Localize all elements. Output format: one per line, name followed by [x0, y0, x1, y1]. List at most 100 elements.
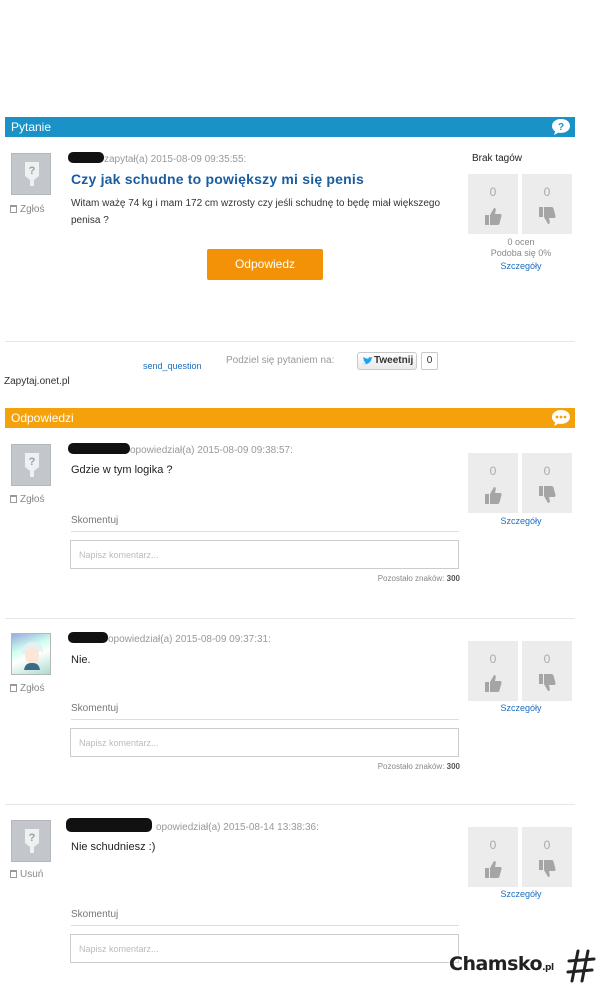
- asker-avatar[interactable]: ?: [11, 153, 51, 195]
- avatar-placeholder-icon: ?: [25, 829, 39, 853]
- comment-divider: [71, 925, 459, 926]
- tags-label: Brak tagów: [472, 153, 523, 164]
- svg-text:?: ?: [29, 165, 36, 177]
- downvote-count: 0: [543, 838, 551, 852]
- comment-input[interactable]: [70, 540, 459, 569]
- question-title: Czy jak schudne to powiększy mi się peni…: [71, 171, 364, 187]
- svg-text:?: ?: [558, 122, 564, 133]
- thumb-up-button[interactable]: 0: [468, 827, 518, 887]
- question-section-header: Pytanie ?: [5, 117, 575, 137]
- avatar-placeholder-icon: ?: [25, 162, 39, 186]
- answer-votes: 0 0: [468, 641, 572, 701]
- comment-divider: [71, 531, 459, 532]
- comment-input[interactable]: [70, 728, 459, 757]
- answer-avatar[interactable]: ?: [11, 444, 51, 486]
- thumb-down-button[interactable]: 0: [522, 827, 572, 887]
- thumb-up-button[interactable]: 0: [468, 174, 518, 234]
- source-label: Zapytaj.onet.pl: [4, 376, 70, 387]
- asked-meta: zapytał(a) 2015-08-09 09:35:55:: [104, 154, 247, 165]
- rating-count: 0 ocen: [507, 237, 535, 247]
- answer-votes: 0 0: [468, 453, 572, 513]
- thumb-down-button[interactable]: 0: [522, 641, 572, 701]
- answer-avatar[interactable]: ?: [11, 820, 51, 862]
- redacted-username: [66, 818, 152, 832]
- answer-meta: opowiedział(a) 2015-08-09 09:38:57:: [130, 445, 293, 456]
- thumb-up-icon: [485, 675, 502, 692]
- answer-votes: 0 0: [468, 827, 572, 887]
- thumb-up-button[interactable]: 0: [468, 641, 518, 701]
- chars-count: 300: [446, 762, 460, 771]
- thumb-down-icon: [539, 486, 556, 503]
- upvote-count: 0: [489, 838, 497, 852]
- upvote-count: 0: [489, 185, 497, 199]
- redacted-username: [68, 443, 130, 454]
- thumb-down-button[interactable]: 0: [522, 453, 572, 513]
- thumb-down-button[interactable]: 0: [522, 174, 572, 234]
- share-divider: [5, 341, 575, 342]
- report-label: Zgłoś: [20, 494, 45, 505]
- redacted-username: [68, 632, 108, 643]
- report-answer-link[interactable]: Zgłoś: [10, 494, 44, 505]
- hashtag-logo-icon: [566, 949, 596, 983]
- svg-text:?: ?: [29, 456, 36, 468]
- details-link[interactable]: Szczegóły: [466, 261, 576, 271]
- chars-remaining: Pozostało znaków: 300: [290, 574, 460, 583]
- answer-text: Nie schudniesz :): [71, 841, 156, 853]
- details-link[interactable]: Szczegóły: [466, 516, 576, 526]
- downvote-count: 0: [543, 185, 551, 199]
- chars-remaining: Pozostało znaków: 300: [290, 762, 460, 771]
- thumb-up-icon: [485, 487, 502, 504]
- anime-avatar-icon: [22, 642, 43, 670]
- delete-label: Usuń: [20, 869, 44, 880]
- comment-label[interactable]: Skomentuj: [71, 909, 118, 920]
- trash-icon: [10, 684, 17, 692]
- share-label: Podziel się pytaniem na:: [226, 355, 335, 366]
- comment-label[interactable]: Skomentuj: [71, 703, 118, 714]
- question-body: Witam ważę 74 kg i mam 172 cm wzrosty cz…: [71, 198, 441, 226]
- svg-text:?: ?: [29, 832, 36, 844]
- send-question-link[interactable]: send_question: [143, 361, 202, 371]
- answer-meta: opowiedział(a) 2015-08-09 09:37:31:: [108, 634, 271, 645]
- report-question-link[interactable]: Zgłoś: [10, 204, 44, 215]
- upvote-count: 0: [489, 652, 497, 666]
- tweet-button[interactable]: Tweetnij: [357, 352, 417, 370]
- question-bubble-icon: ?: [552, 119, 570, 135]
- question-votes: 0 0: [468, 174, 572, 234]
- watermark-suffix: .pl: [542, 963, 554, 973]
- comment-input[interactable]: [70, 934, 459, 963]
- delete-answer-link[interactable]: Usuń: [10, 869, 43, 880]
- watermark-brand: Chamsko: [449, 953, 543, 975]
- thumb-down-icon: [539, 860, 556, 877]
- tweet-count: 0: [421, 352, 438, 370]
- answers-section-header: Odpowiedzi: [5, 408, 575, 428]
- thumb-up-icon: [485, 208, 502, 225]
- downvote-count: 0: [543, 652, 551, 666]
- chars-label: Pozostało znaków:: [377, 574, 445, 583]
- answers-header-label: Odpowiedzi: [11, 411, 74, 425]
- downvote-count: 0: [543, 464, 551, 478]
- details-link[interactable]: Szczegóły: [466, 889, 576, 899]
- thumb-up-button[interactable]: 0: [468, 453, 518, 513]
- answer-button[interactable]: Odpowiedz: [207, 249, 323, 280]
- question-header-label: Pytanie: [11, 120, 52, 134]
- rating-percent: Podoba się 0%: [490, 248, 552, 258]
- answer-text: Nie.: [71, 654, 91, 666]
- thumb-down-icon: [539, 674, 556, 691]
- chat-bubble-icon: [552, 410, 570, 426]
- report-answer-link[interactable]: Zgłoś: [10, 683, 44, 694]
- answer-text: Gdzie w tym logika ?: [71, 464, 173, 476]
- watermark: Chamsko.pl: [449, 953, 554, 975]
- chars-label: Pozostało znaków:: [377, 762, 445, 771]
- twitter-bird-icon: [362, 357, 373, 365]
- tweet-label: Tweetnij: [374, 355, 414, 366]
- trash-icon: [10, 205, 17, 213]
- avatar-placeholder-icon: ?: [25, 453, 39, 477]
- comment-label[interactable]: Skomentuj: [71, 515, 118, 526]
- trash-icon: [10, 870, 17, 878]
- chars-count: 300: [446, 574, 460, 583]
- thumb-down-icon: [539, 207, 556, 224]
- details-link[interactable]: Szczegóły: [466, 703, 576, 713]
- trash-icon: [10, 495, 17, 503]
- answer-divider: [5, 804, 575, 805]
- answer-avatar[interactable]: [11, 633, 51, 675]
